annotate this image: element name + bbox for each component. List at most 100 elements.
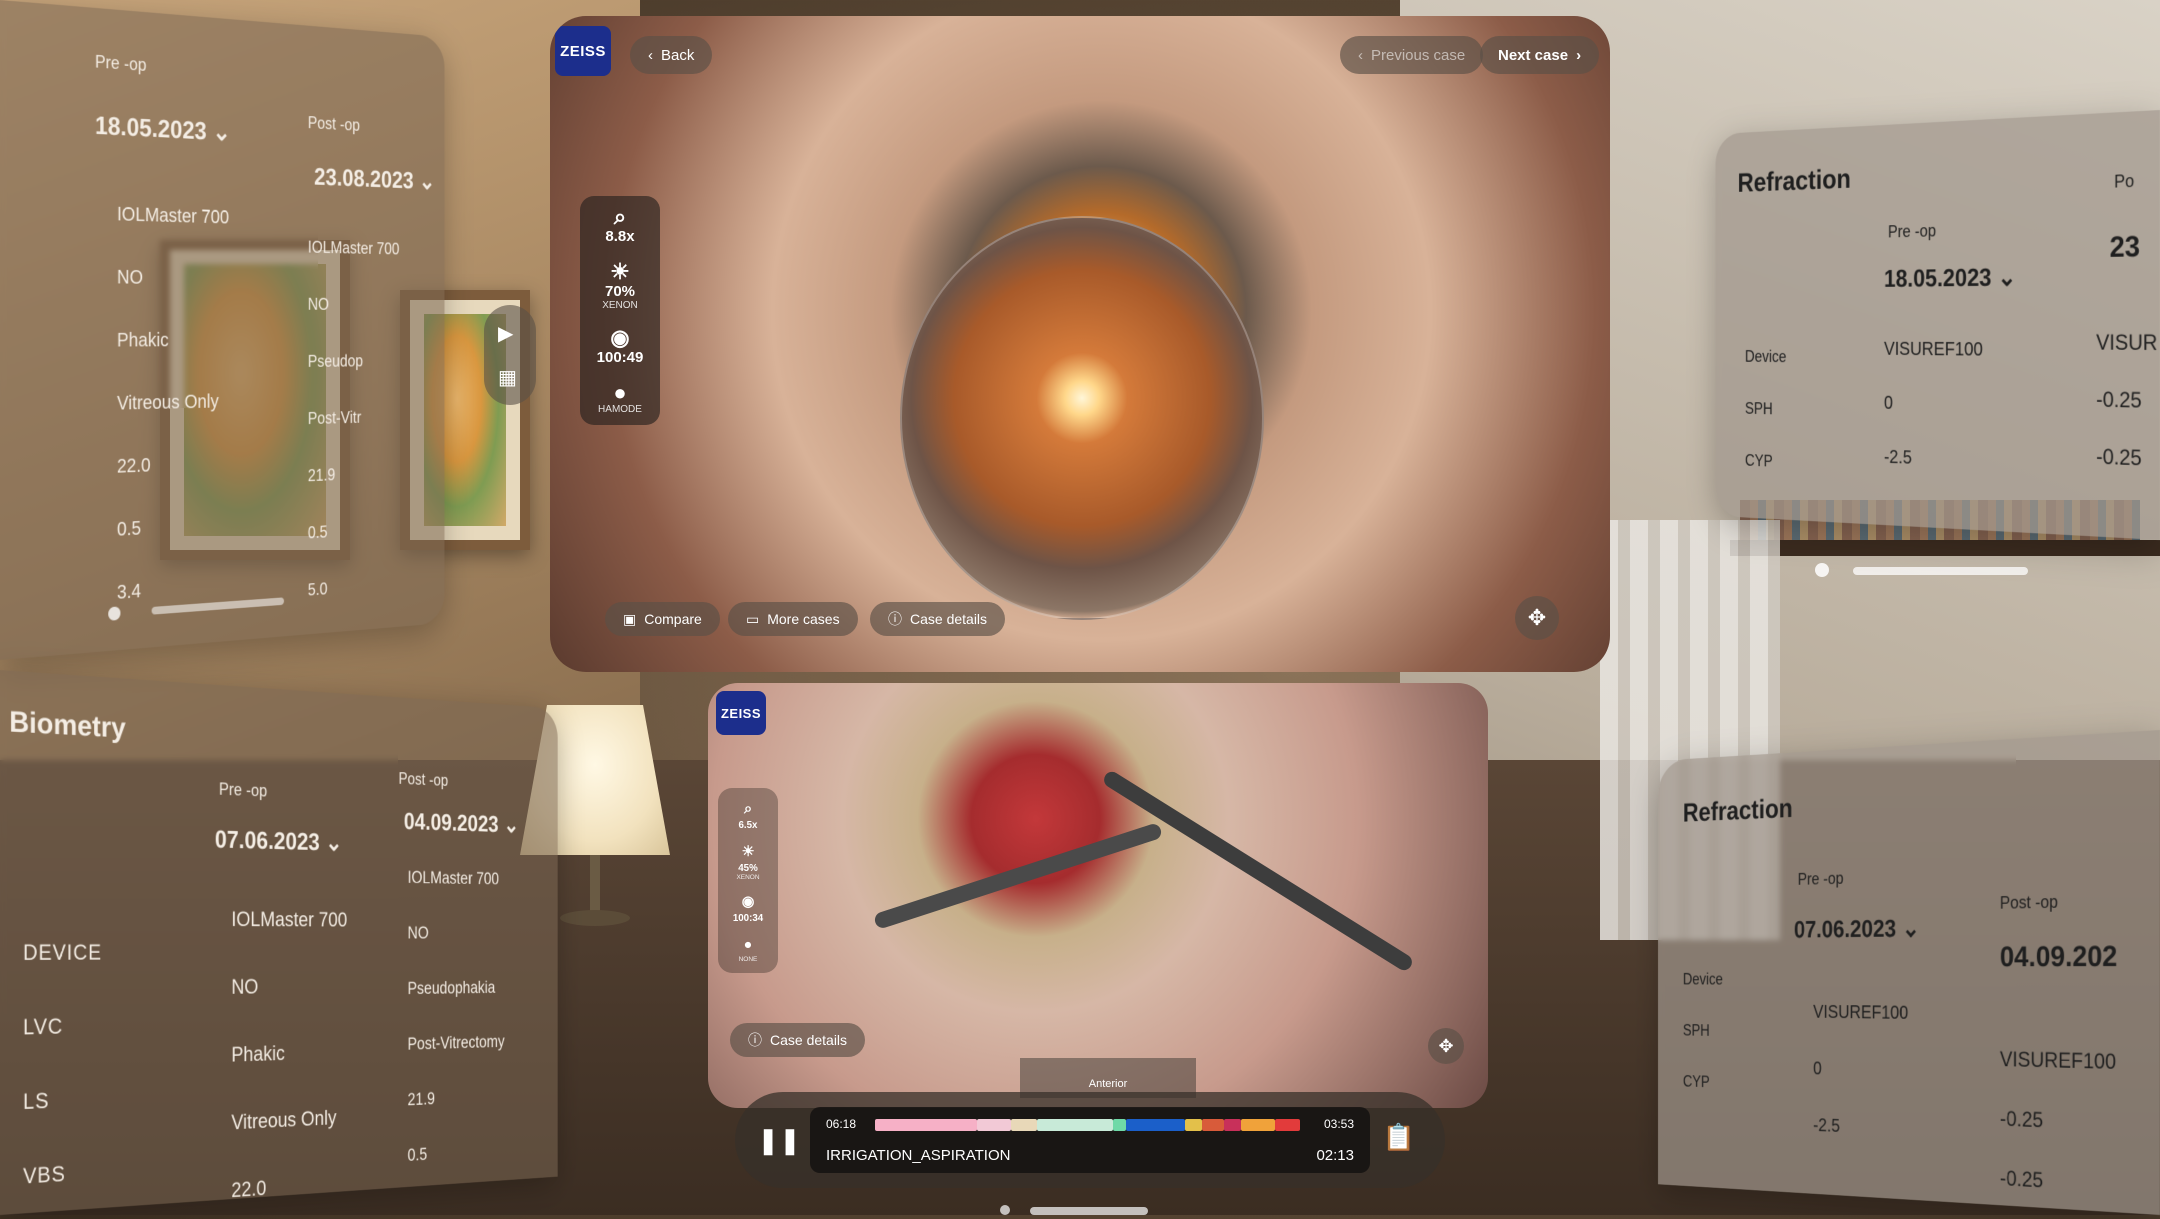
phase-segment[interactable]	[875, 1119, 977, 1131]
biometry-row-3: VBS	[23, 1161, 66, 1189]
next-case-button[interactable]: Next case ›	[1480, 36, 1600, 74]
chevron-down-icon: ⌄	[1997, 262, 2017, 292]
compare-button[interactable]: ▣ Compare	[605, 602, 720, 636]
phase-segment[interactable]	[977, 1119, 1011, 1131]
refraction-bottom-row-2: CYP	[1682, 1072, 1710, 1091]
refraction-bottom-pre-op-date-dropdown[interactable]: 07.06.2023 ⌄	[1794, 914, 1920, 944]
video-view-icon[interactable]: ▶	[498, 321, 513, 346]
refraction-bottom-pre-value-1: 0	[1813, 1058, 1822, 1080]
refraction-bottom-pre-value-0: VISUREF100	[1813, 1002, 1909, 1024]
tool-brightness[interactable]: ☀ 70% XENON	[602, 259, 638, 312]
view-switcher: ▶ ▦	[484, 305, 536, 405]
next-case-label: Next case	[1498, 46, 1569, 64]
phase-segment[interactable]	[1011, 1119, 1037, 1131]
tool-value: 100:34	[732, 913, 764, 924]
refraction-top-post-value-2: -0.25	[2096, 444, 2142, 471]
refraction-bottom-pre-op-label: Pre -op	[1797, 868, 1844, 889]
biometry-post-value-4: 21.9	[407, 1089, 435, 1110]
tool-focus[interactable]: ◉ 100:49	[596, 325, 644, 367]
biometry-pre-value-1: NO	[231, 974, 259, 999]
phase-segment[interactable]	[1113, 1119, 1126, 1131]
tool-value: 100:49	[596, 349, 644, 366]
chevron-down-icon: ⌄	[418, 167, 436, 195]
phase-segment[interactable]	[1274, 1119, 1300, 1131]
tool-brightness[interactable]: ☀ 45% XENON	[736, 841, 759, 881]
refraction-top-pre-op-date-dropdown[interactable]: 18.05.2023 ⌄	[1884, 262, 2016, 293]
post-op-value-0: IOLMaster 700	[307, 237, 400, 259]
biometry-row-2: LS	[23, 1088, 50, 1114]
focus-icon: ◉	[741, 894, 755, 910]
focus-icon: ◉	[610, 325, 630, 350]
pre-op-date-dropdown[interactable]: 18.05.2023 ⌄	[95, 110, 231, 147]
refraction-panel-bottom: Refraction Pre -op 07.06.2023 ⌄ Post -op…	[1658, 730, 2160, 1215]
video-player-controls: ❚❚ 06:18 03:53 IRRIGATION_ASPIRATION 02:…	[735, 1092, 1445, 1188]
phase-segment[interactable]	[1240, 1119, 1275, 1131]
post-op-value-2: Pseudop	[307, 351, 364, 371]
refraction-bottom-pre-op-date: 07.06.2023	[1793, 914, 1897, 944]
tool-value: 8.8x	[605, 228, 635, 245]
window-grab-bar[interactable]	[1000, 1205, 1150, 1215]
folder-icon: ▭	[746, 610, 760, 627]
biometry-post-value-2: Pseudophakia	[407, 978, 496, 999]
phase-segment[interactable]	[1036, 1119, 1113, 1131]
move-window-icon[interactable]: ✥	[1428, 1028, 1464, 1064]
brightness-icon: ☀	[610, 259, 630, 284]
biometry-pre-op-date: 07.06.2023	[214, 824, 320, 856]
zoom-icon: ⌕	[613, 204, 627, 229]
refraction-bottom-post-value-1: -0.25	[1999, 1106, 2044, 1133]
post-op-date-dropdown[interactable]: 23.08.2023 ⌄	[314, 162, 435, 195]
case-details-label: Case details	[770, 1032, 848, 1048]
move-window-icon[interactable]: ✥	[1515, 596, 1559, 640]
pause-button[interactable]: ❚❚	[753, 1114, 805, 1166]
chevron-down-icon: ⌄	[1902, 913, 1920, 943]
biometry-post-value-1: NO	[407, 924, 429, 943]
chevron-down-icon: ⌄	[212, 117, 231, 147]
tool-value: 6.5x	[738, 820, 758, 831]
mode-icon: ●	[613, 380, 627, 405]
bookshelf	[1730, 540, 2160, 556]
pre-op-value-6: 3.4	[116, 580, 142, 604]
biometry-pre-value-3: Vitreous Only	[231, 1105, 337, 1135]
clip-thumbnail-label: Anterior	[1088, 1078, 1128, 1090]
more-cases-label: More cases	[767, 611, 840, 627]
post-op-value-6: 5.0	[307, 579, 328, 600]
tool-focus[interactable]: ◉ 100:34	[733, 891, 763, 924]
tool-zoom[interactable]: ⌕ 8.8x	[605, 204, 635, 246]
eye-pupil-image	[900, 216, 1264, 620]
secondary-surgery-video[interactable]: ZEISS ⌕ 6.5x ☀ 45% XENON ◉ 100:34 ● NONE ⓘ Case …	[708, 683, 1488, 1108]
refraction-top-row-2: CYP	[1744, 451, 1773, 471]
main-surgery-video[interactable]: ZEISS ‹ Back ‹ Previous case Next case ›…	[550, 16, 1610, 672]
tool-sublabel: XENON	[602, 300, 638, 311]
previous-case-button[interactable]: ‹ Previous case	[1340, 36, 1484, 74]
biometry-post-value-3: Post-Vitrectomy	[407, 1032, 505, 1055]
surgical-instrument	[1101, 768, 1415, 974]
phase-segment[interactable]	[1125, 1119, 1186, 1131]
more-cases-button[interactable]: ▭ More cases	[728, 602, 858, 636]
info-icon: ⓘ	[888, 611, 902, 627]
compare-label: Compare	[644, 611, 702, 627]
refraction-top-pre-op-label: Pre -op	[1887, 221, 1937, 242]
back-button[interactable]: ‹ Back	[630, 36, 713, 74]
phase-segment[interactable]	[1223, 1119, 1241, 1131]
tool-mode[interactable]: ● HAMODE	[598, 380, 642, 416]
phase-segment[interactable]	[1185, 1119, 1203, 1131]
biometry-post-op-date-dropdown[interactable]: 04.09.2023 ⌄	[404, 807, 519, 838]
refraction-bottom-post-value-0: VISUREF100	[1999, 1046, 2117, 1074]
case-details-button[interactable]: ⓘ Case details	[870, 602, 1006, 636]
brightness-icon: ☀	[741, 844, 755, 860]
tool-mode[interactable]: ● NONE	[739, 934, 758, 963]
biometry-pre-op-date-dropdown[interactable]: 07.06.2023 ⌄	[215, 825, 343, 857]
previous-case-label: Previous case	[1371, 46, 1466, 64]
tool-zoom[interactable]: ⌕ 6.5x	[739, 798, 758, 831]
clipboard-icon[interactable]: 📋	[1383, 1122, 1415, 1153]
biometry-pre-value-0: IOLMaster 700	[231, 907, 348, 932]
refraction-page-indicator[interactable]	[1815, 563, 2045, 577]
phase-segment[interactable]	[1202, 1119, 1224, 1131]
case-details-button-secondary[interactable]: ⓘ Case details	[730, 1023, 866, 1057]
pre-op-value-2: Phakic	[116, 330, 169, 352]
refraction-top-pre-op-date: 18.05.2023	[1883, 262, 1992, 293]
biometry-title: Biometry	[9, 705, 126, 745]
phase-timeline[interactable]: 06:18 03:53 IRRIGATION_ASPIRATION 02:13	[810, 1107, 1370, 1173]
grid-view-icon[interactable]: ▦	[498, 365, 517, 390]
back-label: Back	[661, 46, 695, 64]
